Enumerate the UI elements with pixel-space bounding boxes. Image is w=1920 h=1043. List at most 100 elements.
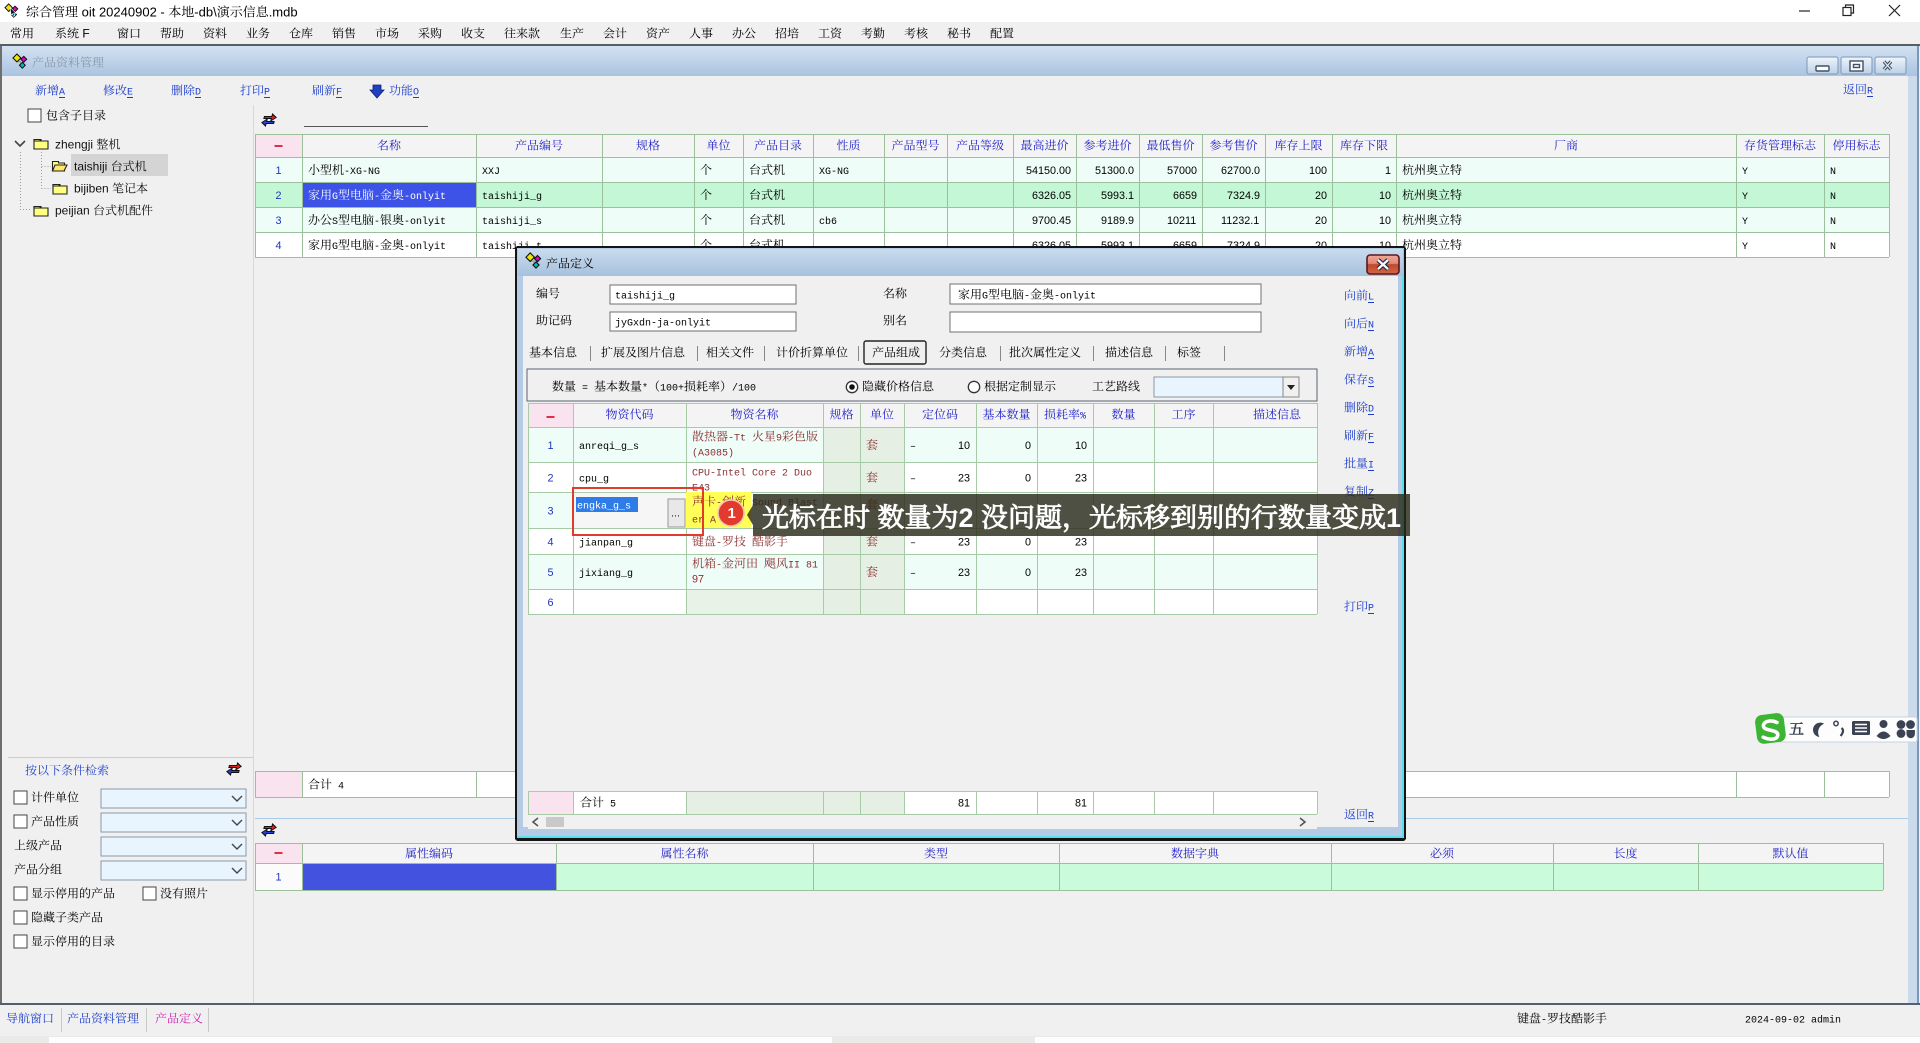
svg-text:2: 2 [276,190,282,202]
svg-text:*: * [642,383,648,395]
svg-text:1: 1 [1386,503,1401,533]
svg-text:jianpan_g: jianpan_g [579,538,633,550]
svg-text:E: E [127,88,133,99]
svg-text:23: 23 [1075,473,1087,485]
svg-text:5993.1: 5993.1 [1101,190,1134,202]
svg-text:2: 2 [548,473,554,485]
svg-text:%: % [1080,412,1086,423]
svg-text:F: F [79,27,90,41]
svg-text:2: 2 [959,503,982,533]
svg-text:/100: /100 [732,383,756,395]
svg-text:N: N [1830,217,1836,228]
svg-text:100: 100 [1309,165,1327,177]
svg-text:G: G [332,192,338,203]
svg-text:P: P [264,88,270,99]
svg-text:Y: Y [1742,192,1748,203]
svg-text:D: D [1368,405,1374,416]
svg-text:engka_g_s: engka_g_s [577,501,631,513]
svg-text:.mdb: .mdb [269,4,298,19]
svg-text:-onlyit: -onlyit [1054,291,1096,303]
svg-text:6659: 6659 [1173,190,1197,202]
svg-text:5: 5 [548,567,554,579]
svg-text:(A3085): (A3085) [692,448,734,460]
svg-text:81: 81 [1075,798,1087,810]
svg-text:Y: Y [1742,242,1748,253]
svg-text:1: 1 [728,505,736,522]
svg-text:9189.9: 9189.9 [1101,215,1134,227]
svg-text:20: 20 [1315,190,1327,202]
svg-text:Y: Y [1742,167,1748,178]
svg-text:N: N [1830,192,1836,203]
svg-text:-: - [716,539,722,550]
svg-text:0: 0 [1025,473,1031,485]
svg-text:6326.05: 6326.05 [1032,190,1071,202]
svg-text:R: R [1368,812,1374,823]
svg-text:XXJ: XXJ [482,167,500,178]
svg-text:–: – [910,569,916,580]
svg-text:1: 1 [276,872,282,884]
svg-text:4: 4 [276,240,282,252]
svg-text:peijian: peijian [55,204,93,218]
svg-text:10: 10 [958,440,970,452]
svg-text:100+: 100+ [660,384,684,395]
svg-text:20: 20 [1315,215,1327,227]
svg-text:54150.00: 54150.00 [1026,165,1071,177]
svg-text:-: - [374,217,380,228]
svg-text:N: N [1830,242,1836,253]
svg-text:N: N [1368,321,1374,332]
svg-text:...: ... [671,508,680,520]
svg-text:23: 23 [1075,537,1087,549]
svg-text:1: 1 [276,165,282,177]
svg-text:0: 0 [1025,567,1031,579]
svg-text:7324.9: 7324.9 [1227,190,1260,202]
svg-text:9: 9 [776,434,782,445]
svg-text:oit 20240902 -: oit 20240902 - [78,4,168,19]
svg-text:CPU-Intel Core 2 Duo: CPU-Intel Core 2 Duo [692,468,812,480]
svg-text:-: - [1541,1016,1547,1027]
svg-text:anreqi_g_s: anreqi_g_s [579,441,639,453]
svg-text:F: F [1368,433,1374,444]
svg-text:23: 23 [958,473,970,485]
svg-text:=: = [576,384,594,395]
svg-text:-: - [716,561,722,572]
svg-text:10: 10 [1379,190,1391,202]
svg-text:taishiji_s: taishiji_s [482,216,542,228]
svg-text:2024-09-02 admin: 2024-09-02 admin [1745,1015,1841,1027]
svg-text:–: – [910,475,916,486]
svg-text:A: A [59,88,65,99]
svg-text:10: 10 [1379,215,1391,227]
svg-text:bijiben: bijiben [74,182,112,196]
svg-text:Y: Y [1742,217,1748,228]
svg-text:L: L [1368,293,1374,304]
svg-text:P: P [1368,604,1374,615]
svg-text:3: 3 [548,506,554,518]
svg-text:S: S [1368,377,1374,388]
svg-text:23: 23 [958,537,970,549]
svg-text:4: 4 [332,782,344,793]
svg-text:cb6: cb6 [819,216,837,228]
svg-text:3: 3 [276,215,282,227]
svg-text:10: 10 [1075,440,1087,452]
svg-text:D: D [195,88,201,99]
svg-text:R: R [1867,87,1873,98]
svg-text:-db\: -db\ [194,4,217,19]
svg-text:cpu_g: cpu_g [579,475,609,486]
svg-text:F: F [336,88,342,99]
svg-text:er A: er A [692,516,716,527]
svg-text:0: 0 [1025,440,1031,452]
svg-text:zhengji: zhengji [55,138,96,152]
svg-text:O: O [413,88,419,99]
svg-text:10211: 10211 [1167,215,1196,227]
svg-text:51300.0: 51300.0 [1095,165,1134,177]
svg-text:0: 0 [1025,537,1031,549]
svg-text:jixiang_g: jixiang_g [579,568,633,580]
svg-text:57000: 57000 [1167,165,1197,177]
svg-text:-XG-NG: -XG-NG [344,167,380,178]
svg-text:-: - [1024,292,1030,303]
svg-text:23: 23 [958,567,970,579]
svg-text:S: S [332,217,338,228]
svg-text:-onlyit: -onlyit [404,241,446,253]
svg-text:11232.1: 11232.1 [1221,215,1259,227]
svg-text:1: 1 [1385,165,1391,177]
svg-text:81: 81 [958,798,970,810]
